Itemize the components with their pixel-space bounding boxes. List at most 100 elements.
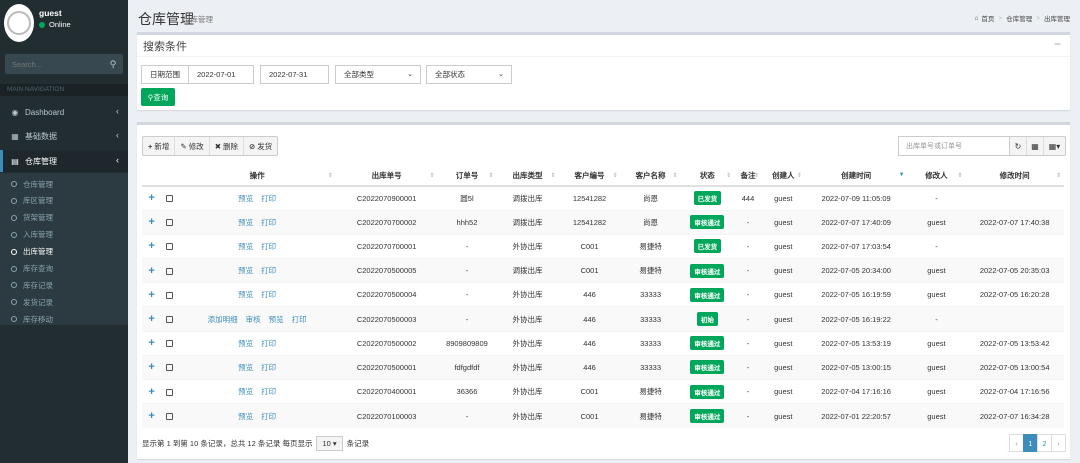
- row-action-link[interactable]: 预览: [238, 363, 253, 372]
- page-button[interactable]: 2: [1037, 434, 1052, 452]
- column-header[interactable]: 订单号 ⇕: [437, 166, 497, 187]
- delete-button[interactable]: ✖ 删除: [210, 137, 244, 155]
- sort-icon[interactable]: ⇕: [673, 172, 678, 179]
- page-size-select[interactable]: 10 ▾: [316, 436, 343, 451]
- sort-icon[interactable]: ⇕: [1056, 172, 1061, 179]
- column-header[interactable]: 客户编号 ⇕: [558, 166, 621, 187]
- breadcrumb-home[interactable]: 首页: [981, 13, 994, 23]
- sidebar-subitem[interactable]: 发货记录: [0, 294, 128, 310]
- sidebar-subitem[interactable]: 入库管理: [0, 227, 128, 243]
- expand-plus-icon[interactable]: +: [148, 289, 154, 301]
- row-action-link[interactable]: 预览: [238, 290, 253, 299]
- expand-plus-icon[interactable]: +: [148, 410, 154, 422]
- row-checkbox[interactable]: [166, 267, 174, 275]
- sort-icon[interactable]: ▼: [899, 172, 905, 178]
- column-header[interactable]: 备注 ⇕: [734, 166, 762, 187]
- row-action-link[interactable]: 审核: [246, 315, 261, 324]
- table-row[interactable]: + 添加明细 审核 预览 打印 C2022070500003 - 外协出库 446 33333 初始…: [142, 306, 1064, 332]
- table-row[interactable]: + 预览 打印 C2022070700002 hhh52 调拨出库 12541282 尚恩 审核…: [142, 209, 1064, 235]
- expand-plus-icon[interactable]: +: [148, 386, 154, 398]
- row-action-link[interactable]: 打印: [261, 242, 276, 251]
- row-action-link[interactable]: 添加明细: [208, 315, 238, 324]
- row-checkbox[interactable]: [166, 340, 174, 348]
- row-checkbox[interactable]: [166, 316, 174, 324]
- row-checkbox[interactable]: [166, 243, 174, 251]
- toggle-view-icon[interactable]: ▦: [1027, 137, 1044, 155]
- search-icon[interactable]: ⚲: [103, 59, 123, 70]
- row-action-link[interactable]: 预览: [238, 242, 253, 251]
- columns-icon[interactable]: ▦▾: [1044, 137, 1065, 155]
- row-action-link[interactable]: 打印: [261, 339, 276, 348]
- collapse-icon[interactable]: −: [1054, 37, 1061, 51]
- next-page-button[interactable]: ›: [1051, 434, 1066, 452]
- row-action-link[interactable]: 预览: [238, 339, 253, 348]
- table-row[interactable]: + 预览 打印 C2022070500001 fdfgdfdf 外协出库 446 33333 审…: [142, 354, 1064, 380]
- sort-icon[interactable]: ⇕: [957, 172, 962, 179]
- row-checkbox[interactable]: [166, 364, 174, 372]
- table-row[interactable]: + 预览 打印 C2022070100003 - 外协出库 C001 易捷特 审核通过 - gues…: [142, 403, 1064, 428]
- row-action-link[interactable]: 预览: [238, 194, 253, 203]
- sort-icon[interactable]: ⇕: [429, 172, 434, 179]
- sort-icon[interactable]: ⇕: [797, 172, 802, 179]
- column-header[interactable]: 操作 ⇕: [178, 166, 336, 187]
- table-row[interactable]: + 预览 打印 C2022070900001 圆5l 调拨出库 12541282 尚恩 已发货 4…: [142, 185, 1064, 211]
- sidebar-subitem[interactable]: 库存查询: [0, 261, 128, 277]
- type-select[interactable]: 全部类型 ⌄: [335, 65, 421, 84]
- prev-page-button[interactable]: ‹: [1009, 434, 1024, 452]
- date-to-input[interactable]: 2022-07-31: [260, 65, 329, 84]
- expand-plus-icon[interactable]: +: [148, 192, 154, 204]
- row-checkbox[interactable]: [166, 291, 174, 299]
- date-from-input[interactable]: 2022-07-01: [188, 65, 254, 84]
- row-action-link[interactable]: 预览: [269, 315, 284, 324]
- add-button[interactable]: + 新增: [143, 137, 176, 155]
- column-header[interactable]: 创建时间 ▼: [804, 166, 908, 187]
- row-action-link[interactable]: 打印: [261, 387, 276, 396]
- row-action-link[interactable]: 打印: [261, 194, 276, 203]
- column-header[interactable]: 修改人 ⇕: [907, 166, 966, 187]
- expand-plus-icon[interactable]: +: [148, 337, 154, 349]
- table-search-input[interactable]: 出库单号或订单号: [898, 136, 1010, 156]
- sidebar-subitem[interactable]: 库存移动: [0, 311, 128, 327]
- sidebar-item-basic-data[interactable]: ▦ 基础数据 ‹: [0, 125, 128, 147]
- row-action-link[interactable]: 打印: [261, 218, 276, 227]
- sidebar-subitem[interactable]: 仓库管理: [0, 176, 128, 192]
- row-checkbox[interactable]: [166, 195, 174, 203]
- expand-plus-icon[interactable]: +: [148, 265, 154, 277]
- breadcrumb-warehouse[interactable]: 仓库管理: [1006, 13, 1032, 23]
- column-header[interactable]: 客户名称 ⇕: [620, 166, 681, 187]
- sidebar-item-warehouse[interactable]: ▤ 仓库管理 ‹: [0, 150, 128, 172]
- refresh-icon[interactable]: ↻: [1010, 137, 1027, 155]
- row-action-link[interactable]: 打印: [292, 315, 307, 324]
- expand-plus-icon[interactable]: +: [148, 216, 154, 228]
- ship-button[interactable]: ⊘ 发货: [244, 137, 277, 155]
- page-button[interactable]: 1: [1023, 434, 1038, 452]
- row-action-link[interactable]: 预览: [238, 218, 253, 227]
- row-action-link[interactable]: 预览: [238, 412, 253, 421]
- sort-icon[interactable]: ⇕: [754, 172, 759, 179]
- sort-icon[interactable]: ⇕: [726, 172, 731, 179]
- sidebar-subitem[interactable]: 库区管理: [0, 193, 128, 209]
- sidebar-search-input[interactable]: [5, 59, 103, 69]
- row-checkbox[interactable]: [166, 413, 174, 421]
- table-row[interactable]: + 预览 打印 C2022070400001 36366 外协出库 C001 易捷特 审核通过 -…: [142, 378, 1064, 404]
- sort-icon[interactable]: ⇕: [550, 172, 555, 179]
- table-row[interactable]: + 预览 打印 C2022070500005 - 调拨出库 C001 易捷特 审核通过 - gues…: [142, 258, 1064, 283]
- expand-plus-icon[interactable]: +: [148, 313, 154, 325]
- sidebar-item-dashboard[interactable]: ◉ Dashboard ‹: [0, 101, 128, 123]
- column-header[interactable]: 创建人 ⇕: [761, 166, 805, 187]
- row-action-link[interactable]: 打印: [261, 266, 276, 275]
- row-action-link[interactable]: 预览: [238, 266, 253, 275]
- column-header[interactable]: 状态 ⇕: [680, 166, 735, 187]
- table-row[interactable]: + 预览 打印 C2022070700001 - 外协出库 C001 易捷特 已发货 - guest…: [142, 233, 1064, 259]
- query-button[interactable]: ⚲ 查询: [141, 88, 175, 106]
- row-checkbox[interactable]: [166, 388, 174, 396]
- expand-plus-icon[interactable]: +: [148, 240, 154, 252]
- row-checkbox[interactable]: [166, 219, 174, 227]
- sort-icon[interactable]: ⇕: [613, 172, 618, 179]
- sidebar-subitem[interactable]: 货架管理: [0, 210, 128, 226]
- table-row[interactable]: + 预览 打印 C2022070500002 8909809809 外协出库 446 3333…: [142, 330, 1064, 356]
- column-header[interactable]: 出库单号 ⇕: [335, 166, 438, 187]
- row-action-link[interactable]: 打印: [261, 290, 276, 299]
- status-select[interactable]: 全部状态 ⌄: [426, 65, 512, 84]
- sidebar-subitem[interactable]: 出库管理: [0, 244, 128, 260]
